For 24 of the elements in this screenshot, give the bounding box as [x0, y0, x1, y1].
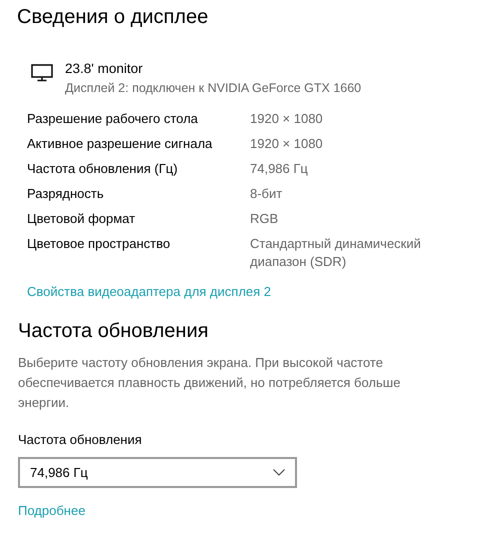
- property-value: Стандартный динамический диапазон (SDR): [250, 235, 422, 271]
- adapter-properties-link[interactable]: Свойства видеоадаптера для дисплея 2: [27, 283, 272, 301]
- dropdown-value: 74,986 Гц: [30, 465, 88, 480]
- property-value: 8-бит: [250, 185, 284, 203]
- property-label: Частота обновления (Гц): [27, 160, 179, 178]
- property-label: Цветовой формат: [27, 210, 136, 228]
- property-value: 1920 × 1080: [250, 110, 324, 128]
- property-label: Разрядность: [27, 185, 105, 203]
- monitor-icon: [31, 64, 53, 82]
- monitor-name: 23.8' monitor: [65, 60, 144, 78]
- field-label: Частота обновления: [18, 431, 143, 449]
- property-label: Разрешение рабочего стола: [27, 110, 199, 128]
- property-value: 74,986 Гц: [250, 160, 309, 178]
- monitor-connection: Дисплей 2: подключен к NVIDIA GeForce GTX 1660: [65, 80, 362, 97]
- property-label: Активное разрешение сигнала: [27, 135, 214, 153]
- property-value: RGB: [250, 210, 280, 228]
- property-label: Цветовое пространство: [27, 235, 172, 253]
- refresh-rate-dropdown[interactable]: 74,986 Гц: [18, 457, 297, 488]
- section-title: Сведения о дисплее: [17, 5, 210, 30]
- property-value: 1920 × 1080: [250, 135, 324, 153]
- description-text: Выберите частоту обновления экрана. При высокой частоте обеспечивается плавность движений, но потребляется больше энергии.: [18, 354, 402, 412]
- section-title: Частота обновления: [18, 319, 210, 344]
- chevron-down-icon: [273, 469, 285, 476]
- more-info-link[interactable]: Подробнее: [18, 502, 86, 520]
